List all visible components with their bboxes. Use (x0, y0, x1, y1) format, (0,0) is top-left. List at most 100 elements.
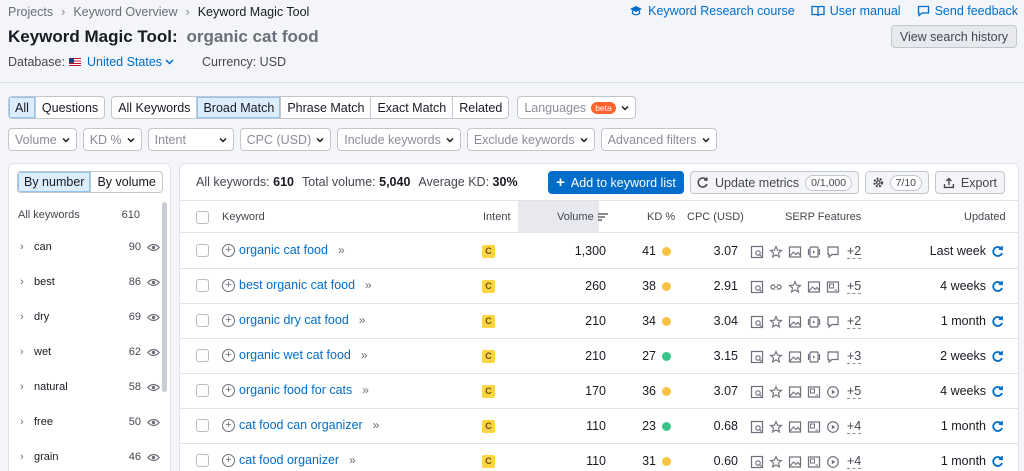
breadcrumb-projects[interactable]: Projects (8, 5, 53, 19)
volume-filter[interactable]: Volume (8, 128, 77, 151)
refresh-icon[interactable] (991, 385, 1004, 398)
cpc-filter[interactable]: CPC (USD) (239, 128, 332, 151)
course-link[interactable]: Keyword Research course (629, 4, 795, 18)
image-icon[interactable] (807, 280, 821, 294)
keyword-link[interactable]: cat food organizer (239, 453, 339, 467)
keyword-link[interactable]: best organic cat food (239, 278, 355, 292)
refresh-icon[interactable] (991, 245, 1004, 258)
add-keyword-plus-icon[interactable]: + (222, 243, 235, 257)
eye-icon[interactable] (147, 278, 160, 287)
review-star-icon[interactable] (769, 349, 783, 364)
review-star-icon[interactable] (769, 454, 783, 469)
languages-dropdown[interactable]: Languages beta (517, 96, 636, 119)
tab-broad-match[interactable]: Broad Match (197, 97, 282, 118)
add-to-keyword-list-button[interactable]: + Add to keyword list (548, 171, 684, 194)
video-icon[interactable] (826, 385, 840, 399)
column-cpc[interactable]: CPC (USD) (687, 211, 744, 223)
by-volume-button[interactable]: By volume (91, 172, 161, 192)
image-icon[interactable] (788, 420, 802, 434)
manual-link[interactable]: User manual (811, 4, 901, 18)
snippet-icon[interactable] (750, 455, 764, 469)
eye-icon[interactable] (147, 383, 160, 392)
row-checkbox[interactable] (196, 244, 209, 257)
kd-filter[interactable]: KD % (82, 128, 142, 151)
row-checkbox[interactable] (196, 419, 209, 432)
add-keyword-plus-icon[interactable]: + (222, 278, 235, 292)
group-item[interactable]: › free 50 (20, 412, 160, 432)
thumbnail-icon[interactable] (826, 280, 840, 294)
by-number-button[interactable]: By number (18, 172, 92, 192)
refresh-icon[interactable] (991, 280, 1004, 293)
image-icon[interactable] (788, 315, 802, 329)
serp-more-link[interactable]: +4 (847, 454, 862, 469)
group-item[interactable]: › dry 69 (20, 307, 160, 327)
column-intent[interactable]: Intent (483, 211, 511, 223)
tab-all[interactable]: All (9, 97, 36, 118)
column-keyword[interactable]: Keyword (222, 211, 265, 223)
serp-more-link[interactable]: +3 (847, 349, 862, 364)
snippet-icon[interactable] (750, 350, 764, 364)
serp-more-link[interactable]: +2 (847, 314, 862, 329)
snippet-icon[interactable] (750, 315, 764, 329)
tab-exact-match[interactable]: Exact Match (371, 97, 454, 118)
group-item[interactable]: › natural 58 (20, 377, 160, 397)
feedback-link[interactable]: Send feedback (917, 4, 1018, 18)
refresh-icon[interactable] (991, 315, 1004, 328)
serp-more-link[interactable]: +5 (847, 279, 862, 294)
column-updated[interactable]: Updated (964, 211, 1006, 223)
view-search-history-button[interactable]: View search history (890, 25, 1017, 48)
tab-phrase-match[interactable]: Phrase Match (281, 97, 372, 118)
double-chevron-icon[interactable]: » (349, 453, 356, 467)
eye-icon[interactable] (147, 418, 160, 427)
snippet-icon[interactable] (750, 280, 764, 294)
breadcrumb-keyword-overview[interactable]: Keyword Overview (73, 5, 177, 19)
all-keywords-group[interactable]: All keywords 610 (18, 209, 140, 221)
image-icon[interactable] (788, 455, 802, 469)
row-checkbox[interactable] (196, 314, 209, 327)
thumbnail-icon[interactable] (807, 385, 821, 399)
snippet-icon[interactable] (750, 245, 764, 259)
image-icon[interactable] (788, 385, 802, 399)
review-star-icon[interactable] (788, 279, 802, 294)
tab-all-keywords[interactable]: All Keywords (112, 97, 198, 118)
eye-icon[interactable] (147, 243, 160, 252)
export-button[interactable]: Export (935, 171, 1005, 194)
double-chevron-icon[interactable]: » (373, 418, 380, 432)
include-keywords-filter[interactable]: Include keywords (337, 128, 461, 151)
double-chevron-icon[interactable]: » (338, 243, 345, 257)
database-selector[interactable]: United States (68, 55, 174, 69)
row-checkbox[interactable] (196, 279, 209, 292)
sitelinks-icon[interactable] (769, 280, 783, 294)
image-icon[interactable] (788, 245, 802, 259)
row-checkbox[interactable] (196, 349, 209, 362)
image-icon[interactable] (788, 350, 802, 364)
row-checkbox[interactable] (196, 384, 209, 397)
eye-icon[interactable] (147, 453, 160, 462)
tab-related[interactable]: Related (453, 97, 508, 118)
group-item[interactable]: › grain 46 (20, 447, 160, 467)
snippet-icon[interactable] (750, 420, 764, 434)
review-star-icon[interactable] (769, 384, 783, 399)
group-item[interactable]: › best 86 (20, 272, 160, 292)
add-keyword-plus-icon[interactable]: + (222, 418, 235, 432)
row-checkbox[interactable] (196, 454, 209, 467)
video-icon[interactable] (826, 455, 840, 469)
serp-more-link[interactable]: +5 (847, 384, 862, 399)
snippet-icon[interactable] (750, 385, 764, 399)
column-serp-features[interactable]: SERP Features (785, 211, 861, 223)
add-keyword-plus-icon[interactable]: + (222, 313, 235, 327)
video-carousel-icon[interactable] (807, 245, 821, 259)
keyword-link[interactable]: cat food can organizer (239, 418, 363, 432)
table-settings-button[interactable]: 7/10 (865, 171, 929, 194)
thumbnail-icon[interactable] (807, 455, 821, 469)
tab-questions[interactable]: Questions (36, 97, 104, 118)
eye-icon[interactable] (147, 348, 160, 357)
serp-more-link[interactable]: +4 (847, 419, 862, 434)
select-all-checkbox[interactable] (196, 211, 209, 224)
double-chevron-icon[interactable]: » (365, 278, 372, 292)
video-carousel-icon[interactable] (807, 315, 821, 329)
advanced-filters[interactable]: Advanced filters (600, 128, 717, 151)
exclude-keywords-filter[interactable]: Exclude keywords (466, 128, 595, 151)
review-star-icon[interactable] (769, 244, 783, 259)
keyword-link[interactable]: organic cat food (239, 243, 328, 257)
